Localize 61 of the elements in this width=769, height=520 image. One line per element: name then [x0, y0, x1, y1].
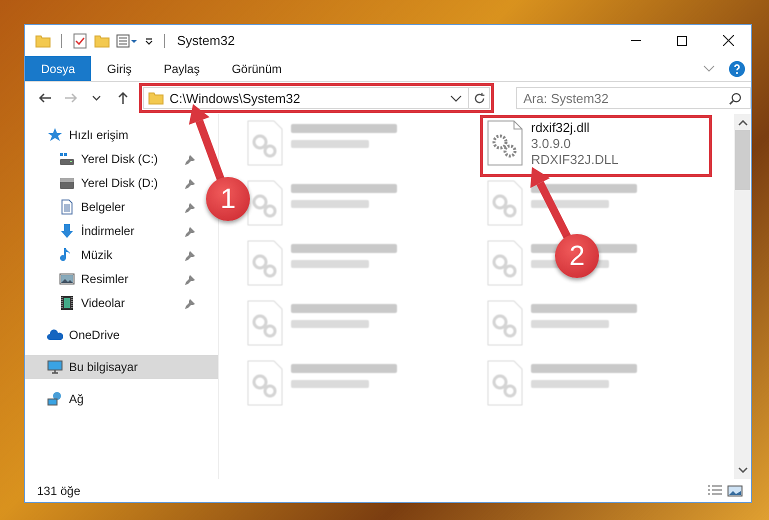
cloud-icon — [47, 327, 63, 343]
pin-icon[interactable] — [184, 201, 196, 213]
chevron-down-icon[interactable] — [450, 94, 462, 102]
close-icon — [722, 35, 734, 46]
pin-icon[interactable] — [184, 273, 196, 285]
minimize-icon — [631, 40, 641, 41]
network-icon — [47, 391, 63, 407]
pin-icon[interactable] — [184, 249, 196, 261]
scrollbar[interactable] — [734, 114, 751, 479]
details-view-icon[interactable] — [707, 484, 723, 498]
pin-icon[interactable] — [184, 225, 196, 237]
document-icon — [59, 199, 75, 215]
pin-icon[interactable] — [184, 153, 196, 165]
download-arrow-icon — [59, 223, 75, 239]
scroll-up-icon[interactable] — [738, 120, 748, 126]
item-count: 131 öğe — [37, 484, 80, 498]
monitor-icon — [47, 359, 63, 375]
expand-ribbon-icon[interactable] — [703, 65, 715, 72]
sidebar-item[interactable]: Müzik — [25, 243, 204, 267]
drive-icon — [59, 175, 75, 191]
picture-icon — [59, 271, 75, 287]
ribbon-tab[interactable]: Paylaş — [148, 56, 216, 81]
sidebar-item[interactable]: İndirmeler — [25, 219, 204, 243]
file-detail: RDXIF32J.DLL — [531, 152, 618, 168]
sidebar-item[interactable]: Videolar — [25, 291, 204, 315]
pin-icon[interactable] — [184, 297, 196, 309]
sidebar-item[interactable]: Yerel Disk (C:) — [25, 147, 204, 171]
ribbon-tab[interactable]: Dosya — [25, 56, 92, 81]
search-box[interactable]: Ara: System32 — [516, 87, 751, 109]
properties-icon[interactable] — [116, 32, 138, 48]
customize-caret-icon[interactable] — [144, 36, 154, 46]
file-item[interactable]: rdxif32j.dll 3.0.9.0 RDXIF32J.DLL — [485, 120, 707, 172]
maximize-icon — [677, 36, 687, 46]
scroll-down-icon[interactable] — [738, 467, 748, 473]
sidebar-item[interactable]: Bu bilgisayar — [25, 355, 218, 379]
sidebar-item[interactable]: Ağ — [25, 387, 204, 411]
pin-icon[interactable] — [184, 177, 196, 189]
sidebar-item[interactable]: Yerel Disk (D:) — [25, 171, 204, 195]
sidebar-item[interactable]: Resimler — [25, 267, 204, 291]
scrollbar-thumb[interactable] — [735, 130, 750, 190]
star-icon — [47, 127, 63, 143]
film-icon — [59, 295, 75, 311]
large-icons-view-icon[interactable] — [727, 484, 743, 498]
file-name: rdxif32j.dll — [531, 120, 591, 136]
refresh-icon[interactable] — [472, 92, 486, 104]
sidebar-item[interactable]: Hızlı erişim — [25, 123, 204, 147]
file-detail: 3.0.9.0 — [531, 136, 572, 152]
ribbon-tab[interactable]: Görünüm — [216, 56, 298, 81]
folder-icon — [94, 32, 110, 48]
sidebar-item[interactable]: Belgeler — [25, 195, 204, 219]
folder-icon — [148, 90, 164, 106]
folder-icon — [35, 32, 51, 48]
drive-icon — [59, 151, 75, 167]
help-icon[interactable] — [729, 60, 745, 76]
checklist-icon[interactable] — [72, 32, 88, 48]
search-icon — [728, 92, 742, 104]
sidebar-item[interactable]: OneDrive — [25, 323, 204, 347]
chevron-down-icon — [92, 95, 102, 101]
ribbon-tab[interactable]: Giriş — [91, 56, 148, 81]
window-title: System32 — [177, 33, 235, 48]
dll-file-icon — [487, 120, 523, 166]
